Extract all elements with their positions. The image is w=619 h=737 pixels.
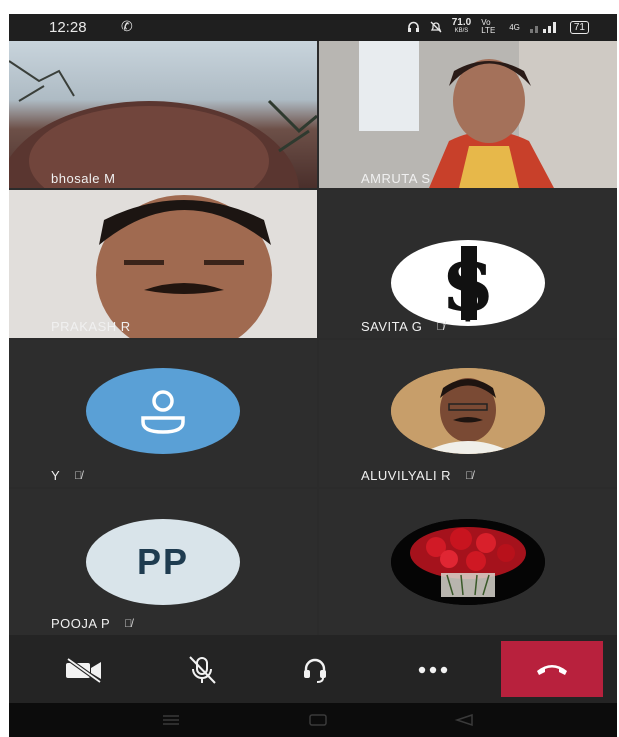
end-call-button[interactable] xyxy=(501,641,603,697)
mic-off-icon xyxy=(189,656,216,684)
status-bar: 12:28 ✆ 71.0 KB/S Vo LTE 4G 71 xyxy=(9,14,617,41)
dollar-logo-icon: $ xyxy=(441,240,495,326)
participant-tile[interactable] xyxy=(319,489,617,635)
headphones-icon xyxy=(407,21,419,32)
avatar: $ xyxy=(391,240,545,326)
system-navigation-bar xyxy=(9,703,617,737)
call-controls xyxy=(9,635,617,703)
participant-tile[interactable]: Y 🎙̸ xyxy=(9,340,317,487)
avatar xyxy=(86,368,240,454)
avatar xyxy=(391,519,545,605)
audio-output-button[interactable] xyxy=(280,647,350,693)
battery-icon: 71 xyxy=(569,20,589,34)
back-nav-icon[interactable] xyxy=(454,713,474,727)
end-call-icon xyxy=(537,665,567,675)
participant-name: SAVITA G xyxy=(361,319,423,334)
participant-tile[interactable]: PRAKASH R xyxy=(9,190,317,338)
mic-muted-icon: 🎙̸ xyxy=(74,469,83,482)
profile-photo xyxy=(391,368,545,454)
mic-muted-icon: 🎙̸ xyxy=(465,469,474,482)
signal-icon xyxy=(529,22,556,33)
avatar xyxy=(391,368,545,454)
mic-toggle-button[interactable] xyxy=(167,647,237,693)
video-feed xyxy=(9,60,317,188)
phone-icon: ✆ xyxy=(121,18,133,34)
avatar: PP xyxy=(86,519,240,605)
participant-name: ALUVILYALI R xyxy=(361,468,452,483)
avatar-initials: PP xyxy=(136,541,190,582)
headset-icon xyxy=(304,658,326,683)
participant-tile[interactable]: $ SAVITA G 🎙̸ xyxy=(319,190,617,338)
home-nav-icon[interactable] xyxy=(308,713,328,727)
participant-name: bhosale M xyxy=(51,171,116,186)
participant-name: AMRUTA S xyxy=(361,171,431,186)
participant-name: POOJA P xyxy=(51,616,111,631)
default-user-icon xyxy=(141,390,185,434)
participant-tile[interactable]: bhosale M xyxy=(9,41,317,188)
mic-muted-icon: 🎙̸ xyxy=(124,617,133,630)
data-speed: 71.0 KB/S xyxy=(451,17,472,35)
mic-muted-icon: 🎙̸ xyxy=(436,320,446,333)
call-screen: 12:28 ✆ 71.0KB/S Vo LTE 4G 71 bhosale M xyxy=(9,14,617,737)
camera-off-icon xyxy=(66,657,102,683)
status-time: 12:28 xyxy=(49,19,87,36)
menu-nav-icon[interactable] xyxy=(161,713,181,727)
more-icon xyxy=(418,666,448,674)
video-feed xyxy=(9,190,317,338)
participant-tile[interactable]: PP POOJA P 🎙̸ xyxy=(9,489,317,635)
participant-tile[interactable]: ALUVILYALI R 🎙̸ xyxy=(319,340,617,487)
participant-name: Y xyxy=(51,468,61,483)
video-feed xyxy=(359,41,617,188)
more-options-button[interactable] xyxy=(398,647,468,693)
network-gen: 4G xyxy=(509,22,520,32)
participant-tile[interactable]: AMRUTA S xyxy=(319,41,617,188)
camera-toggle-button[interactable] xyxy=(49,647,119,693)
participant-name: PRAKASH R xyxy=(51,319,131,334)
flower-bouquet-photo xyxy=(391,519,545,605)
volte-badge: Vo LTE xyxy=(481,18,496,35)
mute-bell-icon xyxy=(430,21,442,33)
